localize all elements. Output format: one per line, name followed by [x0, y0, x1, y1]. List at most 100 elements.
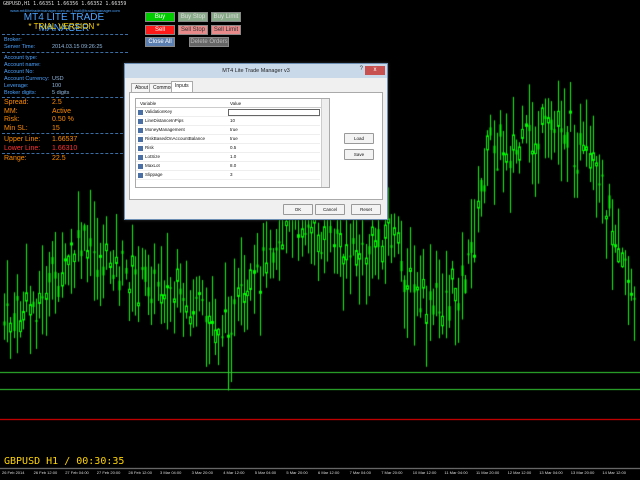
- panel-separator: [2, 34, 128, 35]
- sell-button[interactable]: Sell: [145, 25, 175, 35]
- range-label: Range:: [4, 155, 27, 162]
- table-scrollbar[interactable]: [321, 99, 329, 187]
- table-row[interactable]: ValidationKey: [136, 108, 320, 117]
- symbol-info-bar: GBPUSD,H1 1.66351 1.66356 1.66352 1.6635…: [3, 1, 127, 7]
- parameter-value: true: [230, 127, 238, 132]
- buy-button[interactable]: Buy: [145, 12, 175, 22]
- x-axis-tick-label: 11 Mar 20:00: [476, 470, 500, 475]
- parameter-icon: [138, 163, 143, 169]
- cancel-button[interactable]: Cancel: [315, 204, 345, 215]
- upper-line-value: 1.66537: [52, 136, 78, 143]
- inputs-table: Variable Value ValidationKey LineDistance…: [135, 98, 330, 188]
- table-row[interactable]: MoneyManagement true: [136, 126, 320, 135]
- x-axis-tick-label: 13 Mar 04:00: [539, 470, 563, 475]
- table-header: Variable Value: [136, 99, 329, 108]
- validation-key-input[interactable]: [228, 109, 320, 116]
- parameter-icon: [138, 118, 143, 124]
- parameter-icon: [138, 127, 143, 133]
- x-axis-tick-label: 5 Mar 04:00: [254, 470, 277, 475]
- account-row-value: 100: [52, 83, 62, 89]
- range-value: 22.5: [52, 155, 66, 162]
- ok-button[interactable]: OK: [283, 204, 313, 215]
- lower-line-value: 1.66310: [52, 145, 78, 152]
- reset-button[interactable]: Reset: [351, 204, 381, 215]
- server-time-value: 2014.03.15 09:26:25: [52, 44, 103, 50]
- table-row[interactable]: LotSize 1.0: [136, 153, 320, 162]
- parameter-icon: [138, 145, 143, 151]
- stat-value: 0.50 %: [52, 116, 74, 123]
- parameter-icon: [138, 136, 143, 142]
- x-axis-tick-label: 12 Mar 12:00: [507, 470, 532, 475]
- account-row-value: USD: [52, 76, 64, 82]
- close-icon[interactable]: x: [365, 66, 385, 75]
- sell-limit-button[interactable]: Sell Limit: [211, 25, 241, 35]
- parameter-name: LineDistanceInPips: [145, 118, 184, 123]
- account-row-label: Account No:: [4, 69, 34, 75]
- x-axis-tick-label: 27 Feb 20:00: [96, 470, 121, 475]
- table-row[interactable]: LineDistanceInPips 10: [136, 117, 320, 126]
- parameter-value: 8.0: [230, 163, 237, 168]
- account-row-label: Account Currency:: [4, 76, 50, 82]
- lower-line-label: Lower Line:: [4, 145, 41, 152]
- account-row-label: Leverage:: [4, 83, 29, 89]
- x-axis-tick-label: 5 Mar 20:00: [286, 470, 308, 475]
- parameter-value: 1.0: [230, 154, 237, 159]
- parameter-name: Slippage: [145, 172, 163, 177]
- x-axis-tick-label: 13 Mar 20:00: [570, 470, 595, 475]
- parameter-value: 0.5: [230, 145, 237, 150]
- parameter-icon: [138, 109, 143, 115]
- x-axis-tick-label: 7 Mar 20:00: [381, 470, 403, 475]
- x-axis-tick-label: 26 Feb 2014: [2, 470, 25, 475]
- parameter-value: 3: [230, 172, 233, 177]
- x-axis-tick-label: 6 Mar 12:00: [318, 470, 340, 475]
- x-axis-tick-label: 3 Mar 04:00: [160, 470, 182, 475]
- buy-stop-button[interactable]: Buy Stop: [178, 12, 208, 22]
- account-row-label: Account type:: [4, 55, 38, 61]
- table-row[interactable]: RiskBasedOnAccountBalance true: [136, 135, 320, 144]
- x-axis-tick-label: 14 Mar 12:00: [602, 470, 626, 475]
- stat-label: MM:: [4, 107, 18, 115]
- save-button[interactable]: Save: [344, 149, 374, 160]
- close-all-button[interactable]: Close All: [145, 37, 175, 47]
- table-row[interactable]: MaxLot 8.0: [136, 162, 320, 171]
- stat-value: Active: [52, 107, 72, 115]
- x-axis-tick-label: 28 Feb 12:00: [128, 470, 152, 475]
- table-row[interactable]: Slippage 3: [136, 171, 320, 180]
- parameter-icon: [138, 172, 143, 178]
- parameter-icon: [138, 154, 143, 160]
- delete-orders-button[interactable]: Delete Orders: [189, 37, 229, 47]
- panel-separator: [2, 97, 128, 98]
- panel-separator: [2, 133, 128, 134]
- stat-value: 15: [52, 124, 60, 132]
- stat-label: Risk:: [4, 116, 20, 123]
- x-axis-tick-label: 27 Feb 04:00: [65, 470, 89, 475]
- x-axis-tick-label: 11 Mar 04:00: [444, 470, 468, 475]
- account-row-value: 5 digits: [52, 90, 70, 96]
- panel-separator: [2, 52, 128, 53]
- symbol-timeframe-countdown: GBPUSD H1 / 00:30:35: [4, 456, 125, 467]
- parameter-value: true: [230, 136, 238, 141]
- server-time-label: Server Time:: [4, 44, 36, 50]
- parameter-name: LotSize: [145, 154, 161, 159]
- dialog-title: MT4 Lite Trade Manager v3: [125, 64, 387, 78]
- table-row[interactable]: Risk 0.5: [136, 144, 320, 153]
- ea-properties-dialog: MT4 Lite Trade Manager v3 ? x About Comm…: [124, 63, 388, 220]
- trial-version-label: * TRIAL VERSION *: [28, 22, 100, 31]
- account-row-label: Account name:: [4, 62, 41, 68]
- stat-value: 2.5: [52, 99, 62, 106]
- x-axis-tick-label: 10 Mar 12:00: [412, 470, 437, 475]
- help-icon[interactable]: ?: [360, 66, 363, 72]
- parameter-name: Risk: [145, 145, 154, 150]
- sell-stop-button[interactable]: Sell Stop: [178, 25, 208, 35]
- parameter-name: RiskBasedOnAccountBalance: [145, 136, 206, 141]
- parameter-name: MaxLot: [145, 163, 160, 168]
- account-row-label: Broker digits:: [4, 90, 37, 96]
- parameter-value: 10: [230, 118, 236, 123]
- load-button[interactable]: Load: [344, 133, 374, 144]
- x-axis-tick-label: 7 Mar 04:00: [349, 470, 371, 475]
- stat-label: Min SL:: [4, 124, 28, 132]
- x-axis-tick-label: 4 Mar 12:00: [223, 470, 245, 475]
- buy-limit-button[interactable]: Buy Limit: [211, 12, 241, 22]
- x-axis-tick-label: 3 Mar 20:00: [191, 470, 213, 475]
- parameter-name: MoneyManagement: [145, 127, 185, 132]
